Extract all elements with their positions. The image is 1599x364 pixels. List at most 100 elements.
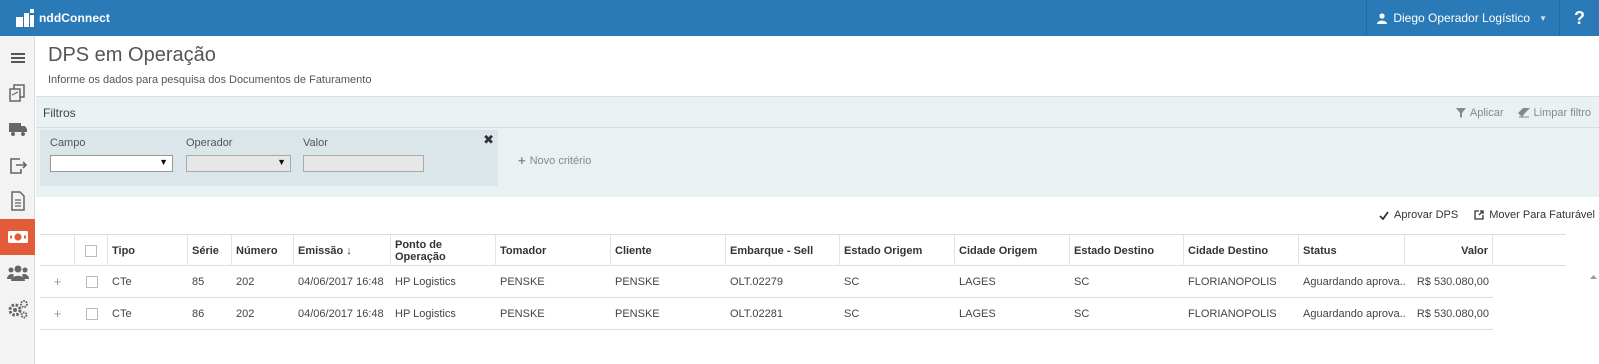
column-header[interactable]: Cidade Destino xyxy=(1184,235,1299,266)
cell-numero: 202 xyxy=(236,307,255,320)
dropdown-arrow-icon: ▼ xyxy=(277,157,286,167)
remove-criteria-icon[interactable]: ✖ xyxy=(483,132,494,148)
operator-label: Operador xyxy=(186,137,233,149)
row-checkbox[interactable] xyxy=(85,275,98,288)
new-criteria-label: Novo critério xyxy=(529,154,592,167)
expand-header xyxy=(40,235,75,266)
column-header[interactable]: Ponto de Operação xyxy=(391,235,496,266)
clear-filter-button[interactable]: Limpar filtro xyxy=(1517,107,1591,119)
filter-title: Filtros xyxy=(43,106,76,120)
cell-emissao: 04/06/2017 16:48 xyxy=(298,275,384,288)
cell-ponto-operacao: HP Logistics xyxy=(395,275,456,288)
sidebar-item-settings[interactable] xyxy=(0,291,35,327)
operator-select[interactable]: ▼ xyxy=(186,155,291,172)
sidebar-item-menu[interactable] xyxy=(0,40,35,76)
cell-serie: 86 xyxy=(192,307,205,320)
column-header[interactable]: Cidade Origem xyxy=(955,235,1070,266)
truck-icon xyxy=(8,123,27,136)
filter-header: Filtros Aplicar Limpar filtro xyxy=(36,97,1599,128)
expand-row-icon[interactable]: + xyxy=(54,274,62,289)
cell-tipo: CTe xyxy=(112,275,132,288)
gears-icon xyxy=(8,300,28,319)
cell-cliente: PENSKE xyxy=(615,275,660,288)
help-button[interactable]: ? xyxy=(1559,0,1599,36)
column-header[interactable]: Status xyxy=(1299,235,1405,266)
sidebar-item-file[interactable] xyxy=(0,183,35,219)
cell-estado-origem: SC xyxy=(844,307,860,320)
column-header[interactable]: Estado Origem xyxy=(840,235,955,266)
apply-filter-button[interactable]: Aplicar xyxy=(1455,107,1504,119)
sidebar-item-users[interactable] xyxy=(0,255,35,291)
column-header[interactable]: Tomador xyxy=(496,235,611,266)
chevron-down-icon: ▼ xyxy=(1539,13,1547,23)
user-menu[interactable]: Diego Operador Logístico ▼ xyxy=(1366,0,1559,36)
new-criteria-button[interactable]: + Novo critério xyxy=(518,153,591,168)
column-header[interactable]: Série xyxy=(188,235,232,266)
column-header[interactable]: Tipo xyxy=(108,235,188,266)
value-label: Valor xyxy=(303,137,328,149)
select-all-checkbox[interactable] xyxy=(85,244,97,257)
cell-estado-origem: SC xyxy=(844,275,860,288)
export-icon xyxy=(9,158,27,174)
dropdown-arrow-icon: ▼ xyxy=(159,157,168,167)
cell-cidade-destino: FLORIANOPOLIS xyxy=(1188,275,1277,288)
move-to-billable-label: Mover Para Faturável xyxy=(1489,209,1595,221)
table-row[interactable]: + CTe 86 202 04/06/2017 16:48 HP Logisti… xyxy=(40,298,1493,330)
user-icon xyxy=(1377,12,1388,24)
funnel-icon xyxy=(1455,108,1466,118)
main-content: DPS em Operação Informe os dados para pe… xyxy=(36,36,1599,364)
sidebar-item-documents[interactable] xyxy=(0,75,35,111)
expand-row-icon[interactable]: + xyxy=(54,306,62,321)
cell-tomador: PENSKE xyxy=(500,275,545,288)
column-header[interactable]: Embarque - Sell xyxy=(726,235,840,266)
external-link-icon xyxy=(1474,210,1484,220)
sidebar-item-billing[interactable] xyxy=(0,219,35,255)
column-header[interactable]: Emissão ↓ xyxy=(294,235,391,266)
cell-serie: 85 xyxy=(192,275,205,288)
move-to-billable-button[interactable]: Mover Para Faturável xyxy=(1474,209,1595,221)
cell-valor: R$ 530.080,00 xyxy=(1416,307,1489,320)
cell-status: Aguardando aprova... xyxy=(1303,307,1405,320)
approve-dps-label: Aprovar DPS xyxy=(1394,209,1459,221)
filter-criteria: Campo Operador Valor ✖ ▼ ▼ xyxy=(40,130,498,186)
cell-estado-destino: SC xyxy=(1074,275,1090,288)
cell-embarque: OLT.02279 xyxy=(730,275,784,288)
user-name: Diego Operador Logístico xyxy=(1393,11,1531,25)
logo-icon xyxy=(16,9,34,27)
column-header[interactable]: Valor xyxy=(1405,235,1493,266)
file-icon xyxy=(10,191,25,211)
cell-emissao: 04/06/2017 16:48 xyxy=(298,307,384,320)
sidebar-item-export[interactable] xyxy=(0,147,35,183)
menu-icon xyxy=(10,53,25,63)
table-scrollbar[interactable] xyxy=(1588,269,1599,364)
cell-valor: R$ 530.080,00 xyxy=(1416,275,1489,288)
select-all-header xyxy=(75,235,108,266)
column-header[interactable]: Estado Destino xyxy=(1070,235,1184,266)
cell-estado-destino: SC xyxy=(1074,307,1090,320)
money-icon xyxy=(7,231,28,243)
page-title: DPS em Operação xyxy=(48,44,216,66)
field-label: Campo xyxy=(50,137,86,149)
page-subtitle: Informe os dados para pesquisa dos Docum… xyxy=(48,74,372,86)
value-input[interactable] xyxy=(303,155,424,172)
column-header[interactable]: Número xyxy=(232,235,294,266)
action-toolbar: Aprovar DPS Mover Para Faturável xyxy=(1379,209,1595,221)
cell-ponto-operacao: HP Logistics xyxy=(395,307,456,320)
row-checkbox[interactable] xyxy=(85,307,98,320)
cell-tipo: CTe xyxy=(112,307,132,320)
cell-cidade-origem: LAGES xyxy=(959,275,996,288)
column-header[interactable]: Cliente xyxy=(611,235,726,266)
filter-panel: Filtros Aplicar Limpar filtro Campo Oper… xyxy=(36,96,1599,197)
table-row[interactable]: + CTe 85 202 04/06/2017 16:48 HP Logisti… xyxy=(40,266,1493,298)
sidebar xyxy=(0,36,35,364)
clear-filter-label: Limpar filtro xyxy=(1533,107,1591,119)
cell-cidade-origem: LAGES xyxy=(959,307,996,320)
approve-dps-button[interactable]: Aprovar DPS xyxy=(1379,209,1458,221)
cell-status: Aguardando aprova... xyxy=(1303,275,1405,288)
documents-icon xyxy=(8,84,25,102)
table-header: Tipo Série Número Emissão ↓ Ponto de Ope… xyxy=(40,234,1566,266)
field-select[interactable]: ▼ xyxy=(50,155,173,172)
app-logo[interactable]: nddConnect xyxy=(16,8,110,28)
scroll-up-icon[interactable] xyxy=(1588,272,1599,282)
sidebar-item-transport[interactable] xyxy=(0,111,35,147)
